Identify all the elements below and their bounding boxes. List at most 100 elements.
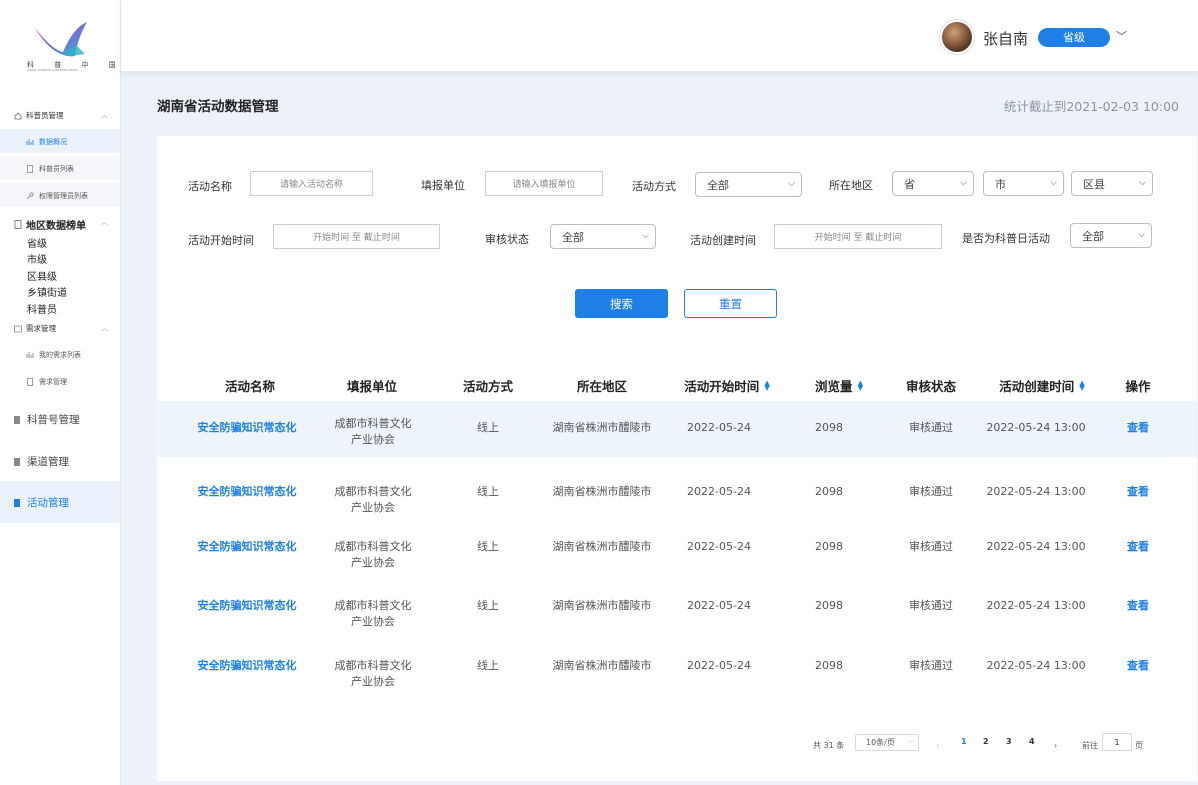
view-link[interactable]: 查看 [1127,658,1149,674]
unit-cell: 成都市科普文化 产业协会 [335,416,412,448]
method-cell: 线上 [477,421,499,434]
document-icon [27,378,33,386]
unit-cell: 成都市科普文化 产业协会 [335,598,412,630]
username[interactable]: 张自南 [983,28,1028,49]
pagination-total: 共 31 条 [813,740,845,750]
view-link[interactable]: 查看 [1127,598,1149,614]
unit-line: 成都市科普文化 [334,599,412,612]
sidebar-nav-channel[interactable]: 渠道管理 [14,454,69,469]
sidebar-item-science-staff[interactable]: 科普员 [27,301,57,316]
sidebar-item-data-overview[interactable]: 数据概况 [26,137,67,147]
status-cell: 审核通过 [909,599,953,612]
sidebar-nav-label: 科普号管理 [27,414,80,426]
sidebar-item-town[interactable]: 乡镇街道 [27,284,67,299]
activity-name-link[interactable]: 安全防骗知识常态化 [198,598,297,614]
page-size-select[interactable]: 10条/页 ⌵ [855,734,919,751]
chevron-down-icon: ⌵ [788,179,795,189]
create-time-label: 活动创建时间 [690,234,756,247]
col-label: 活动创建时间 [999,379,1075,394]
method-cell: 线上 [477,659,499,672]
logo-subtext: CHINA SCIENCE COMMUNICATION [27,68,78,72]
goto-page-input[interactable]: 1 [1102,733,1132,751]
sidebar-group-label: 地区数据榜单 [26,221,86,232]
bar-chart-icon [26,352,34,358]
sidebar-item-staff-list[interactable]: 科普员列表 [26,164,74,174]
avatar[interactable] [940,20,974,54]
view-link[interactable]: 查看 [1127,539,1149,555]
col-unit: 填报单位 [347,376,397,395]
view-link[interactable]: 查看 [1127,484,1149,500]
science-day-select[interactable]: 全部 ⌵ [1070,223,1152,248]
page-title: 湖南省活动数据管理 [157,99,279,115]
view-link[interactable]: 查看 [1127,420,1149,436]
unit-line: 产业协会 [351,556,395,569]
activity-name-link[interactable]: 安全防骗知识常态化 [198,539,297,555]
sidebar-item-city[interactable]: 市级 [27,251,47,266]
page-4[interactable]: 4 [1029,737,1035,746]
created-cell: 2022-05-24 13:00 [986,485,1086,498]
chevron-up-icon[interactable]: ︿ [101,217,108,227]
activity-name-link[interactable]: 安全防骗知识常态化 [198,484,297,500]
province-select[interactable]: 省 ⌵ [892,171,974,196]
chevron-down-icon: ⌵ [960,178,967,188]
activity-name-link[interactable]: 安全防骗知识常态化 [198,420,297,436]
city-select[interactable]: 市 ⌵ [983,171,1064,196]
sidebar-item-province[interactable]: 省级 [27,235,47,250]
col-start-time[interactable]: 活动开始时间 ▲ ▼ [684,376,769,395]
sidebar-item-label: 我的需求列表 [39,351,81,359]
created-cell: 2022-05-24 13:00 [986,421,1086,434]
sidebar-group-region-ranking[interactable]: 地区数据榜单 [14,217,86,232]
list-icon [14,325,22,332]
chevron-down-icon: ⌵ [1138,230,1145,240]
sidebar-item-label: 数据概况 [39,138,67,146]
col-label: 活动开始时间 [684,379,760,394]
unit-line: 产业协会 [351,501,395,514]
start-time-range[interactable]: 开始时间 至 截止时间 [273,224,440,249]
page-1[interactable]: 1 [961,737,967,746]
sidebar-item-county[interactable]: 区县级 [27,268,57,283]
chevron-up-icon[interactable]: ︿ [101,110,108,120]
views-cell: 2098 [815,659,843,672]
sort-icon[interactable]: ▲ ▼ [764,379,769,391]
region-label: 所在地区 [829,179,873,192]
region-cell: 湖南省株洲市醴陵市 [552,540,652,553]
document-icon [14,220,22,229]
unit-line: 成都市科普文化 [334,659,412,672]
unit-input[interactable]: 请输入填报单位 [485,171,603,196]
sidebar-nav-science-account[interactable]: 科普号管理 [14,412,80,427]
review-status-select[interactable]: 全部 ⌵ [550,224,656,249]
create-time-range[interactable]: 开始时间 至 截止时间 [774,224,942,249]
col-create-time[interactable]: 活动创建时间 ▲ ▼ [999,376,1084,395]
region-cell: 湖南省株洲市醴陵市 [552,599,652,612]
county-select[interactable]: 区县 ⌵ [1071,171,1153,196]
home-icon [14,111,22,119]
col-label: 审核状态 [905,379,957,394]
page-2[interactable]: 2 [983,737,989,746]
sidebar-nav-label: 渠道管理 [27,456,69,468]
chevron-down-icon[interactable]: ﹀ [1116,28,1127,44]
sidebar-item-admin-list[interactable]: 权限管理员列表 [26,191,88,201]
sidebar-group-demand[interactable]: 需求管理 [14,323,56,334]
unit-line: 产业协会 [351,615,395,628]
chevron-down-icon: ⌵ [642,231,649,241]
activity-name-input[interactable]: 请输入活动名称 [250,171,373,196]
prev-page-button[interactable]: ‹ [936,737,939,753]
page-3[interactable]: 3 [1006,737,1012,746]
chevron-up-icon[interactable]: ︿ [101,323,108,333]
top-header: 张自南 省级 ﹀ [121,0,1198,72]
col-views[interactable]: 浏览量 ▲ ▼ [815,376,863,395]
reset-button[interactable]: 重置 [684,289,777,318]
page-suffix: 页 [1135,740,1143,750]
activity-name-link[interactable]: 安全防骗知识常态化 [198,658,297,674]
sidebar-nav-activity[interactable]: 活动管理 [14,495,69,510]
sidebar-item-demand-management[interactable]: 需求管理 [26,377,67,387]
sort-icon[interactable]: ▲ ▼ [1079,379,1084,391]
sort-icon[interactable]: ▲ ▼ [858,379,863,391]
method-select[interactable]: 全部 ⌵ [695,172,802,197]
chevron-down-icon: ⌵ [1050,178,1057,188]
next-page-button[interactable]: › [1054,737,1057,753]
search-button[interactable]: 搜索 [575,289,668,318]
sidebar-item-my-demands[interactable]: 我的需求列表 [26,350,81,360]
sidebar-group-science-staff[interactable]: 科普员管理 [14,110,64,121]
county-select-value: 区县 [1083,177,1105,191]
